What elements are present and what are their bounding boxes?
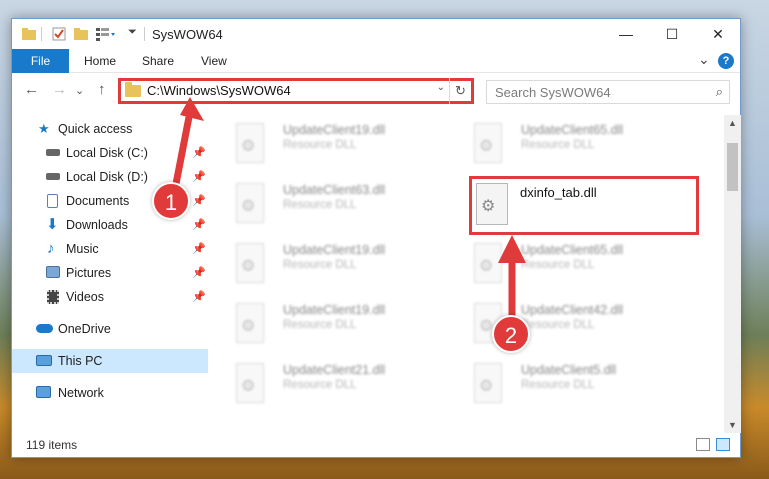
annotation-arrow-1 [171,97,204,190]
file-explorer-window: ⏷ SysWOW64 — ☐ ✕ File Home Share View ⌄ … [11,18,741,458]
annotation-callout-2: 2 [492,315,530,353]
annotation-arrows [171,97,526,319]
annotation-arrow-2 [498,235,526,319]
annotation-callout-1: 1 [152,182,190,220]
